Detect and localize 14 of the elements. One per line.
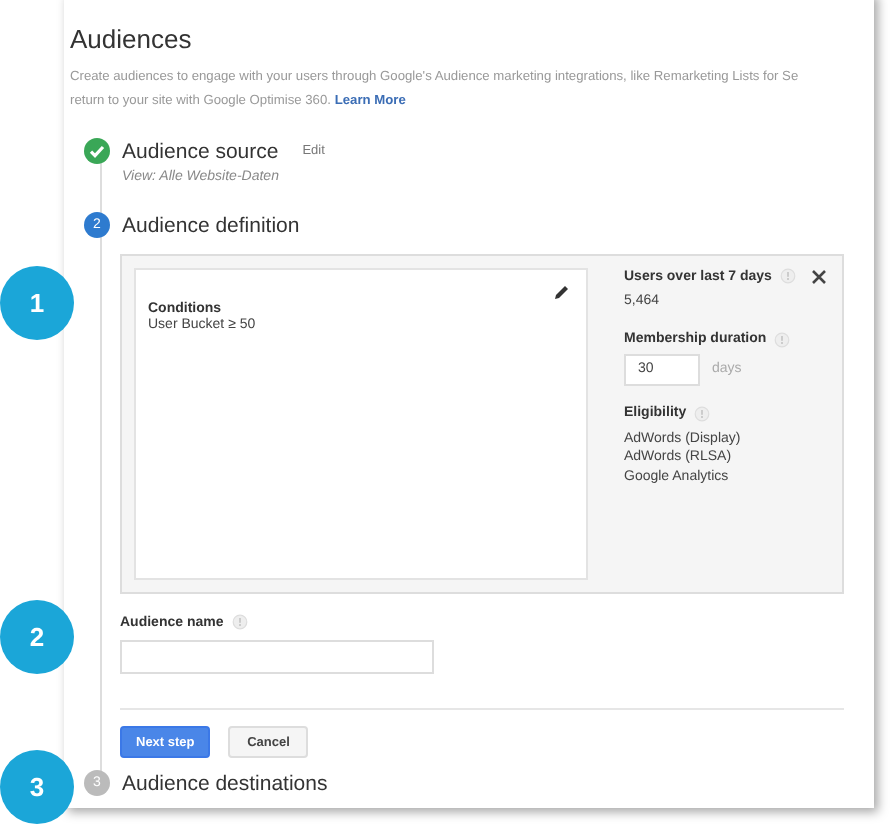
close-icon[interactable] bbox=[812, 270, 826, 284]
step-title: Audience source bbox=[122, 139, 279, 163]
callout-badge: 2 bbox=[0, 600, 74, 674]
help-icon[interactable] bbox=[774, 331, 791, 347]
callout-badge: 3 bbox=[0, 750, 74, 824]
callout-badge: 1 bbox=[0, 266, 74, 340]
help-icon[interactable] bbox=[694, 405, 711, 421]
pencil-icon[interactable] bbox=[554, 284, 570, 300]
help-icon[interactable] bbox=[779, 268, 796, 284]
step-title: Audience definition bbox=[122, 213, 300, 237]
audience-name-field[interactable] bbox=[120, 640, 434, 674]
step-title: Audience destinations bbox=[122, 771, 328, 795]
help-icon[interactable] bbox=[231, 614, 248, 630]
page-title: Audiences bbox=[70, 24, 194, 54]
